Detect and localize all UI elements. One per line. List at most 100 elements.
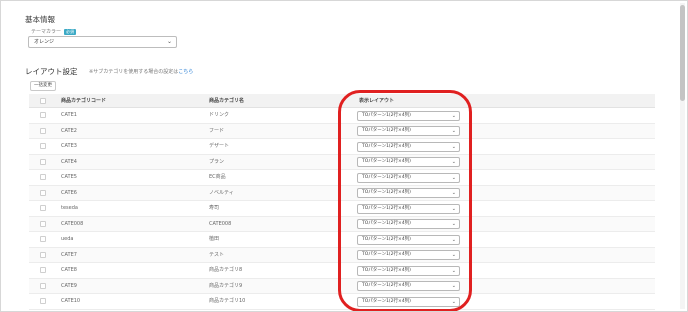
layout-select-value: TOパターン1(2行×4列) [362,190,411,195]
chevron-down-icon: ⌄ [451,236,456,243]
category-code: CATE5 [61,174,77,180]
category-code: CATE7 [61,251,77,258]
chevron-down-icon: ⌄ [451,159,456,165]
layout-select[interactable]: TOパターン1(2行×4列) ⌄ [357,296,460,307]
category-name: テスト [209,251,225,258]
category-code: ueda [61,236,74,242]
row-checkbox[interactable] [40,112,46,118]
category-code: CATE8 [61,267,77,273]
category-code: CATE008 [61,220,84,227]
layout-select[interactable]: TOパターン1(2行×4列) ⌄ [357,110,460,121]
layout-select-value: TOパターン1(2行×4列) [362,221,411,226]
layout-select-value: TOパターン1(2行×4列) [362,283,411,288]
settings-page: 基本情報 テーマカラー 必須 オレンジ ⌄ レイアウト設定 ※サブカテゴリを使用… [0,0,688,312]
chevron-down-icon: ⌄ [451,112,456,119]
category-code: CATE9 [61,282,77,289]
layout-select[interactable]: TOパターン1(2行×4列) ⌄ [357,234,460,245]
layout-select[interactable]: TOパターン1(2行×4列) ⌄ [357,203,460,214]
vertical-scrollbar[interactable] [680,3,685,309]
layout-select[interactable]: TOパターン1(2行×4列) ⌄ [357,219,460,229]
header-category-name: 商品カテゴリ名 [209,98,245,104]
category-name: ドリンク [209,112,230,118]
scrollbar-thumb[interactable] [680,5,685,101]
layout-settings-title: レイアウト設定 [25,67,78,76]
table-row: CATE1 ドリンク TOパターン1(2行×4列) ⌄ [29,108,655,124]
row-checkbox[interactable] [40,127,46,134]
layout-select[interactable]: TOパターン1(2行×4列) ⌄ [357,157,460,167]
row-checkbox[interactable] [40,236,46,242]
category-code: CATE10 [61,298,81,304]
layout-select-value: TOパターン1(2行×4列) [362,236,411,242]
header-display-layout: 表示レイアウト [359,98,395,104]
chevron-down-icon: ⌄ [451,128,456,134]
layout-select-value: TOパターン1(2行×4列) [362,112,411,118]
layout-select[interactable]: TOパターン1(2行×4列) ⌄ [357,172,460,183]
row-checkbox[interactable] [40,174,46,180]
chevron-down-icon: ⌄ [451,298,456,305]
table-row: teseda 寿司 TOパターン1(2行×4列) ⌄ [29,201,655,217]
row-checkbox[interactable] [40,282,46,289]
chevron-down-icon: ⌄ [451,205,456,212]
layout-select[interactable]: TOパターン1(2行×4列) ⌄ [357,265,460,276]
subcategory-settings-link[interactable]: こちら [178,69,193,75]
table-row: CATE6 ノベルティ TOパターン1(2行×4列) ⌄ [29,185,655,201]
layout-select-value: TOパターン1(2行×4列) [362,159,411,164]
category-name: 商品カテゴリ10 [209,298,246,304]
table-row: CATE4 プラン TOパターン1(2行×4列) ⌄ [29,154,655,170]
chevron-down-icon: ⌄ [451,252,456,258]
category-name: CATE008 [209,220,232,227]
category-name: 商品カテゴリ8 [209,267,243,273]
table-row: CATE10 商品カテゴリ10 TOパターン1(2行×4列) ⌄ [29,294,655,310]
row-checkbox[interactable] [40,205,46,211]
theme-color-value: オレンジ [34,39,55,45]
chevron-down-icon: ⌄ [451,267,456,274]
table-body: CATE1 ドリンク TOパターン1(2行×4列) ⌄ CATE2 フード TOパターン1(… [29,108,655,310]
bulk-change-button[interactable]: 一括変更 [30,81,56,91]
table-row: CATE9 商品カテゴリ9 TOパターン1(2行×4列) ⌄ [29,278,655,294]
category-name: 商品カテゴリ9 [209,282,243,289]
category-layout-table: 商品カテゴリコード 商品カテゴリ名 表示レイアウト CATE1 ドリンク TOパター… [29,94,655,310]
row-checkbox[interactable] [40,189,46,196]
category-code: CATE4 [61,158,77,165]
layout-select[interactable]: TOパターン1(2行×4列) ⌄ [357,250,460,260]
row-checkbox[interactable] [40,220,46,227]
layout-note: ※サブカテゴリを使用する場合の設定はこちら [89,68,193,75]
row-checkbox[interactable] [40,267,46,273]
category-name: 植田 [209,236,220,242]
row-checkbox[interactable] [40,298,46,304]
table-header: 商品カテゴリコード 商品カテゴリ名 表示レイアウト [29,94,655,108]
layout-select-value: TOパターン1(2行×4列) [362,205,411,211]
chevron-down-icon: ⌄ [451,190,456,196]
table-row: CATE5 EC商品 TOパターン1(2行×4列) ⌄ [29,170,655,186]
table-row: CATE8 商品カテゴリ8 TOパターン1(2行×4列) ⌄ [29,263,655,279]
row-checkbox[interactable] [40,251,46,258]
category-name: 寿司 [209,205,220,211]
layout-select[interactable]: TOパターン1(2行×4列) ⌄ [357,141,460,152]
chevron-down-icon: ⌄ [451,143,456,150]
layout-select[interactable]: TOパターン1(2行×4列) ⌄ [357,126,460,136]
chevron-down-icon: ⌄ [451,174,456,181]
category-code: CATE1 [61,112,77,118]
table-row: CATE7 テスト TOパターン1(2行×4列) ⌄ [29,247,655,263]
chevron-down-icon: ⌄ [451,221,456,227]
layout-select-value: TOパターン1(2行×4列) [362,128,411,133]
select-all-checkbox[interactable] [40,98,46,104]
basic-info-title: 基本情報 [25,15,55,24]
layout-select[interactable]: TOパターン1(2行×4列) ⌄ [357,188,460,198]
table-row: CATE2 フード TOパターン1(2行×4列) ⌄ [29,123,655,139]
row-checkbox[interactable] [40,143,46,149]
category-code: teseda [61,205,78,211]
layout-select[interactable]: TOパターン1(2行×4列) ⌄ [357,281,460,291]
category-code: CATE3 [61,143,77,149]
layout-note-text: ※サブカテゴリを使用する場合の設定は [89,69,179,75]
category-name: フード [209,127,225,134]
layout-select-value: TOパターン1(2行×4列) [362,267,411,273]
layout-select-value: TOパターン1(2行×4列) [362,143,411,149]
table-row: CATE3 デザート TOパターン1(2行×4列) ⌄ [29,139,655,155]
theme-color-select[interactable]: オレンジ ⌄ [28,36,177,48]
row-checkbox[interactable] [40,158,46,165]
required-badge: 必須 [64,28,77,35]
category-code: CATE2 [61,127,77,134]
category-name: ノベルティ [209,189,234,196]
category-name: プラン [209,158,225,165]
